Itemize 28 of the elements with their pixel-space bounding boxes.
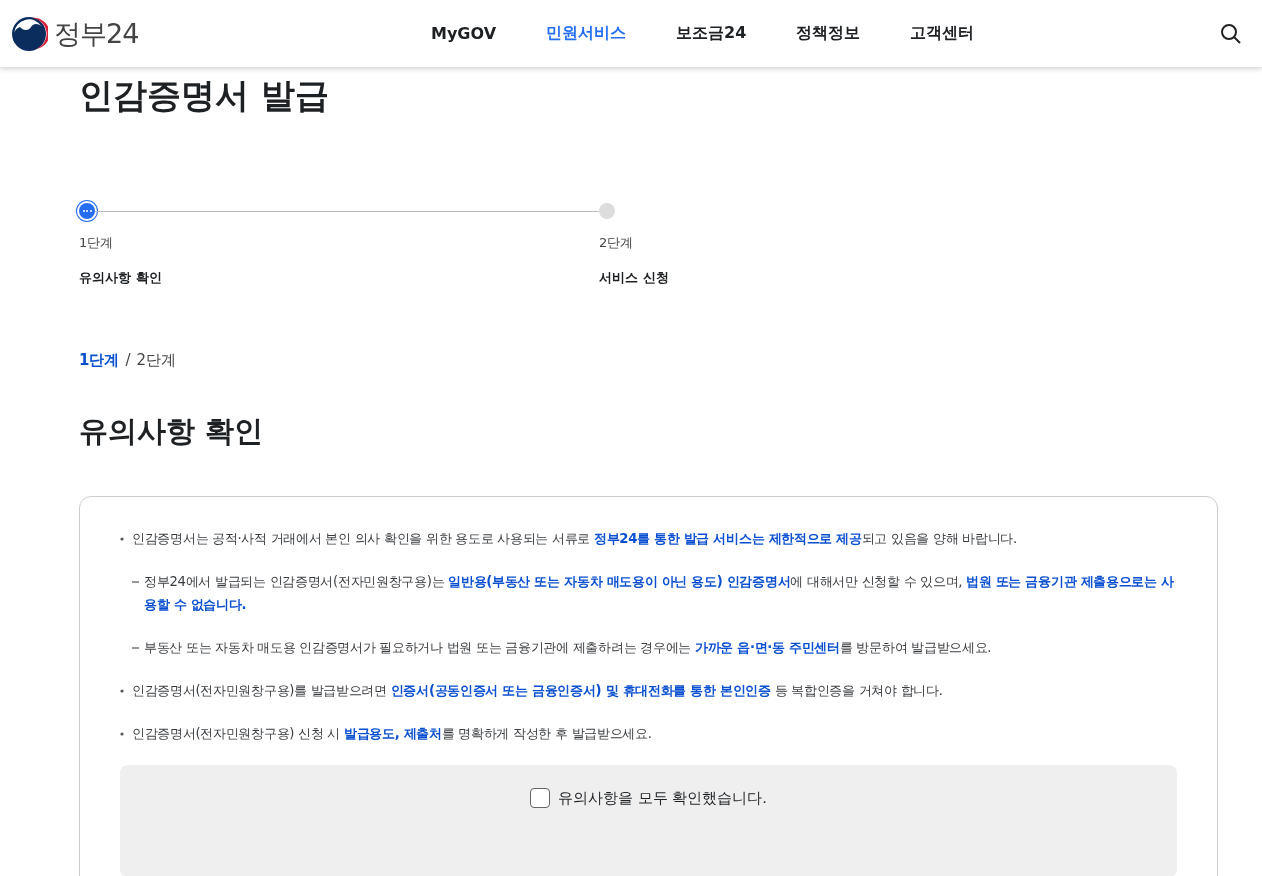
notice-text: 인감증명서(전자민원창구용) 신청 시 발급용도, 제출처를 명확하게 작성한 후 발급받으세요. [132, 725, 652, 744]
notice-text: 인감증명서는 공적·사적 거래에서 본인 의사 확인을 위한 용도로 사용되는 서류로 정부24를 통한 발급 서비스는 제한적으로 제공되고 있음을 양해 바랍니다. [132, 530, 1017, 549]
site-logo-text[interactable]: 정부24 [54, 15, 139, 52]
nav-menu-item[interactable]: 고객센터 [885, 23, 1000, 44]
page-title: 인감증명서 발급 [79, 74, 330, 117]
dash-icon [132, 580, 139, 583]
nav-menu-item[interactable]: 정책정보 [771, 23, 886, 44]
breadcrumb-step: 1단계 [79, 351, 120, 371]
emblem-logo-icon [10, 14, 48, 53]
nav-menu-item[interactable]: 민원서비스 [521, 23, 652, 44]
search-icon[interactable] [1220, 22, 1242, 45]
nav-menu-item[interactable]: 보조금24 [651, 23, 772, 44]
nav-menu-item[interactable]: MyGOV [406, 23, 522, 44]
bullet-icon [120, 688, 124, 693]
bullet-icon [120, 536, 124, 541]
step-label: 유의사항 확인 [79, 269, 163, 288]
dash-icon [132, 646, 139, 649]
bullet-icon [120, 731, 124, 736]
breadcrumb-step: 2단계 [136, 351, 177, 371]
notice-text: 부동산 또는 자동차 매도용 인감증명서가 필요하거나 법원 또는 금융기관에 제출하려는 경우에는 가까운 읍·면·동 주민센터를 방문하여 발급받으세요. [144, 639, 992, 658]
confirm-checkbox[interactable]: 유의사항을 모두 확인했습니다. [530, 787, 767, 810]
breadcrumb-separator: / [125, 351, 131, 371]
section-title: 유의사항 확인 [79, 413, 265, 451]
step-number: 2단계 [599, 234, 635, 253]
notice-text: 인감증명서(전자민원창구용)를 발급받으려면 인증서(공동인증서 또는 금융인증서) 및 휴대전화를 통한 본인인증 등 복합인증을 거쳐야 합니다. [132, 682, 943, 701]
step-label: 서비스 신청 [599, 269, 669, 288]
notice-text: 정부24에서 발급되는 인감증명서(전자민원창구용)는 일반용(부동산 또는 자동차 매도용이 아닌 용도) 인감증명서에 대해서만 신청할 수 있으며, 법원 또는 금융기관 제출용으로는 사용할 수 없습니다. [144, 573, 1175, 615]
step-number: 1단계 [79, 234, 115, 253]
